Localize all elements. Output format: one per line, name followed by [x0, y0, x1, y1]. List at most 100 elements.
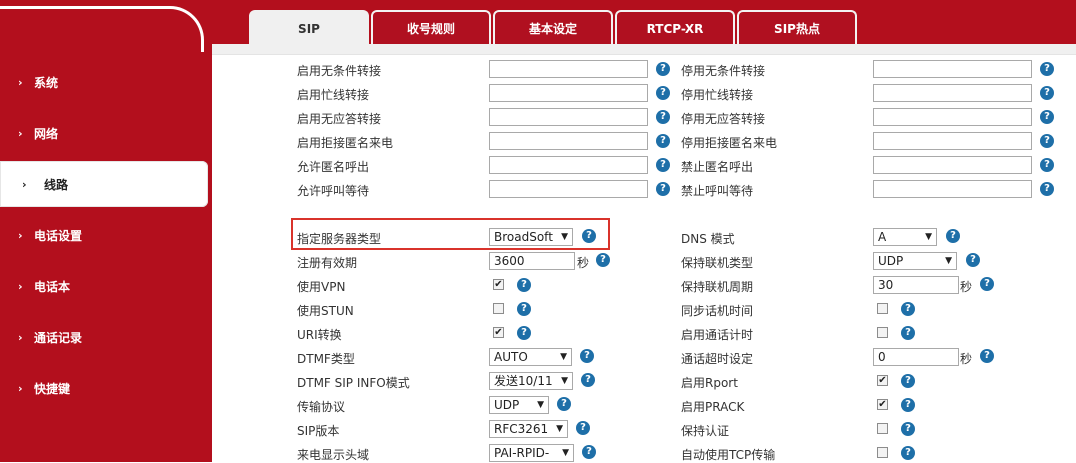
- use-stun-checkbox[interactable]: [493, 303, 504, 314]
- chevron-right-icon: ›: [18, 330, 23, 344]
- keepalive-type-select[interactable]: UDP ▼: [873, 252, 957, 270]
- field-label: 启用无应答转接: [297, 112, 382, 126]
- anon-call-allow-input[interactable]: [489, 156, 648, 174]
- select-value: UDP: [494, 398, 520, 412]
- help-icon[interactable]: ?: [656, 62, 670, 76]
- help-icon[interactable]: ?: [1040, 62, 1054, 76]
- call-waiting-allow-input[interactable]: [489, 180, 648, 198]
- select-value: PAI-RPID-: [494, 446, 550, 460]
- help-icon[interactable]: ?: [1040, 182, 1054, 196]
- sip-version-select[interactable]: RFC3261 ▼: [489, 420, 568, 438]
- sidebar-item-call-log[interactable]: › 通话记录: [0, 314, 208, 360]
- chevron-right-icon: ›: [18, 279, 23, 293]
- caller-id-header-select[interactable]: PAI-RPID- ▼: [489, 444, 574, 462]
- transport-select[interactable]: UDP ▼: [489, 396, 549, 414]
- call-timeout-input[interactable]: [873, 348, 959, 366]
- sidebar-item-system[interactable]: › 系统: [0, 59, 208, 105]
- help-icon[interactable]: ?: [656, 134, 670, 148]
- help-icon[interactable]: ?: [901, 422, 915, 436]
- help-icon[interactable]: ?: [1040, 158, 1054, 172]
- cfna-disable-input[interactable]: [873, 108, 1032, 126]
- dtmf-sip-info-select[interactable]: 发送10/11 ▼: [489, 372, 573, 390]
- field-label: 注册有效期: [297, 256, 358, 270]
- help-icon[interactable]: ?: [557, 397, 571, 411]
- help-icon[interactable]: ?: [656, 86, 670, 100]
- tab-sip-hotspot[interactable]: SIP热点: [737, 10, 857, 44]
- use-vpn-checkbox[interactable]: ✔: [493, 279, 504, 290]
- field-label: DTMF SIP INFO模式: [297, 376, 410, 390]
- sidebar-item-network[interactable]: › 网络: [0, 110, 208, 156]
- sync-time-checkbox[interactable]: [877, 303, 888, 314]
- sidebar-item-phone-settings[interactable]: › 电话设置: [0, 212, 208, 258]
- help-icon[interactable]: ?: [966, 253, 980, 267]
- help-icon[interactable]: ?: [946, 229, 960, 243]
- help-icon[interactable]: ?: [980, 277, 994, 291]
- sidebar-item-label: 电话设置: [34, 228, 83, 243]
- sidebar-item-label: 电话本: [34, 279, 71, 294]
- sidebar-item-label: 快捷键: [34, 381, 71, 396]
- rport-checkbox[interactable]: ✔: [877, 375, 888, 386]
- help-icon[interactable]: ?: [517, 326, 531, 340]
- call-waiting-block-input[interactable]: [873, 180, 1032, 198]
- cfu-enable-input[interactable]: [489, 60, 648, 78]
- help-icon[interactable]: ?: [901, 302, 915, 316]
- help-icon[interactable]: ?: [656, 110, 670, 124]
- sidebar-item-shortcuts[interactable]: › 快捷键: [0, 365, 208, 411]
- field-label: 来电显示头域: [297, 448, 370, 462]
- tab-basic-settings[interactable]: 基本设定: [493, 10, 613, 44]
- call-timer-checkbox[interactable]: [877, 327, 888, 338]
- help-icon[interactable]: ?: [517, 278, 531, 292]
- help-icon[interactable]: ?: [580, 349, 594, 363]
- reg-expiry-input[interactable]: [489, 252, 575, 270]
- sidebar-item-label: 系统: [34, 75, 59, 90]
- tab-rtcp-xr[interactable]: RTCP-XR: [615, 10, 735, 44]
- field-label: 启用PRACK: [681, 400, 745, 414]
- server-type-select[interactable]: BroadSoft ▼: [489, 228, 573, 246]
- field-label: DNS 模式: [681, 232, 735, 246]
- help-icon[interactable]: ?: [596, 253, 610, 267]
- sidebar-item-phonebook[interactable]: › 电话本: [0, 263, 208, 309]
- cfb-disable-input[interactable]: [873, 84, 1032, 102]
- dns-mode-select[interactable]: A ▼: [873, 228, 937, 246]
- chevron-right-icon: ›: [18, 75, 23, 89]
- cfb-enable-input[interactable]: [489, 84, 648, 102]
- dtmf-type-select[interactable]: AUTO ▼: [489, 348, 572, 366]
- help-icon[interactable]: ?: [582, 229, 596, 243]
- auto-tcp-checkbox[interactable]: [877, 447, 888, 458]
- anon-reject-enable-input[interactable]: [489, 132, 648, 150]
- sidebar-item-label: 线路: [44, 177, 69, 192]
- help-icon[interactable]: ?: [581, 373, 595, 387]
- help-icon[interactable]: ?: [1040, 86, 1054, 100]
- select-value: 发送10/11: [494, 374, 553, 388]
- help-icon[interactable]: ?: [901, 326, 915, 340]
- sidebar-item-line[interactable]: › 线路: [0, 161, 208, 207]
- prack-checkbox[interactable]: ✔: [877, 399, 888, 410]
- field-label: 停用忙线转接: [681, 88, 754, 102]
- unit-label: 秒: [960, 352, 973, 366]
- caret-down-icon: ▼: [562, 448, 569, 458]
- cfu-disable-input[interactable]: [873, 60, 1032, 78]
- tab-sip[interactable]: SIP: [249, 10, 369, 46]
- anon-reject-disable-input[interactable]: [873, 132, 1032, 150]
- chevron-right-icon: ›: [18, 126, 23, 140]
- help-icon[interactable]: ?: [901, 398, 915, 412]
- uri-convert-checkbox[interactable]: ✔: [493, 327, 504, 338]
- help-icon[interactable]: ?: [656, 182, 670, 196]
- select-value: AUTO: [494, 350, 528, 364]
- keepalive-period-input[interactable]: [873, 276, 959, 294]
- help-icon[interactable]: ?: [980, 349, 994, 363]
- help-icon[interactable]: ?: [582, 445, 596, 459]
- select-value: RFC3261: [494, 422, 549, 436]
- help-icon[interactable]: ?: [901, 374, 915, 388]
- cfna-enable-input[interactable]: [489, 108, 648, 126]
- help-icon[interactable]: ?: [1040, 110, 1054, 124]
- anon-call-block-input[interactable]: [873, 156, 1032, 174]
- tab-dial-rules[interactable]: 收号规则: [371, 10, 491, 44]
- sidebar-item-label: 通话记录: [34, 330, 83, 345]
- help-icon[interactable]: ?: [517, 302, 531, 316]
- help-icon[interactable]: ?: [576, 421, 590, 435]
- help-icon[interactable]: ?: [901, 446, 915, 460]
- help-icon[interactable]: ?: [656, 158, 670, 172]
- keep-auth-checkbox[interactable]: [877, 423, 888, 434]
- help-icon[interactable]: ?: [1040, 134, 1054, 148]
